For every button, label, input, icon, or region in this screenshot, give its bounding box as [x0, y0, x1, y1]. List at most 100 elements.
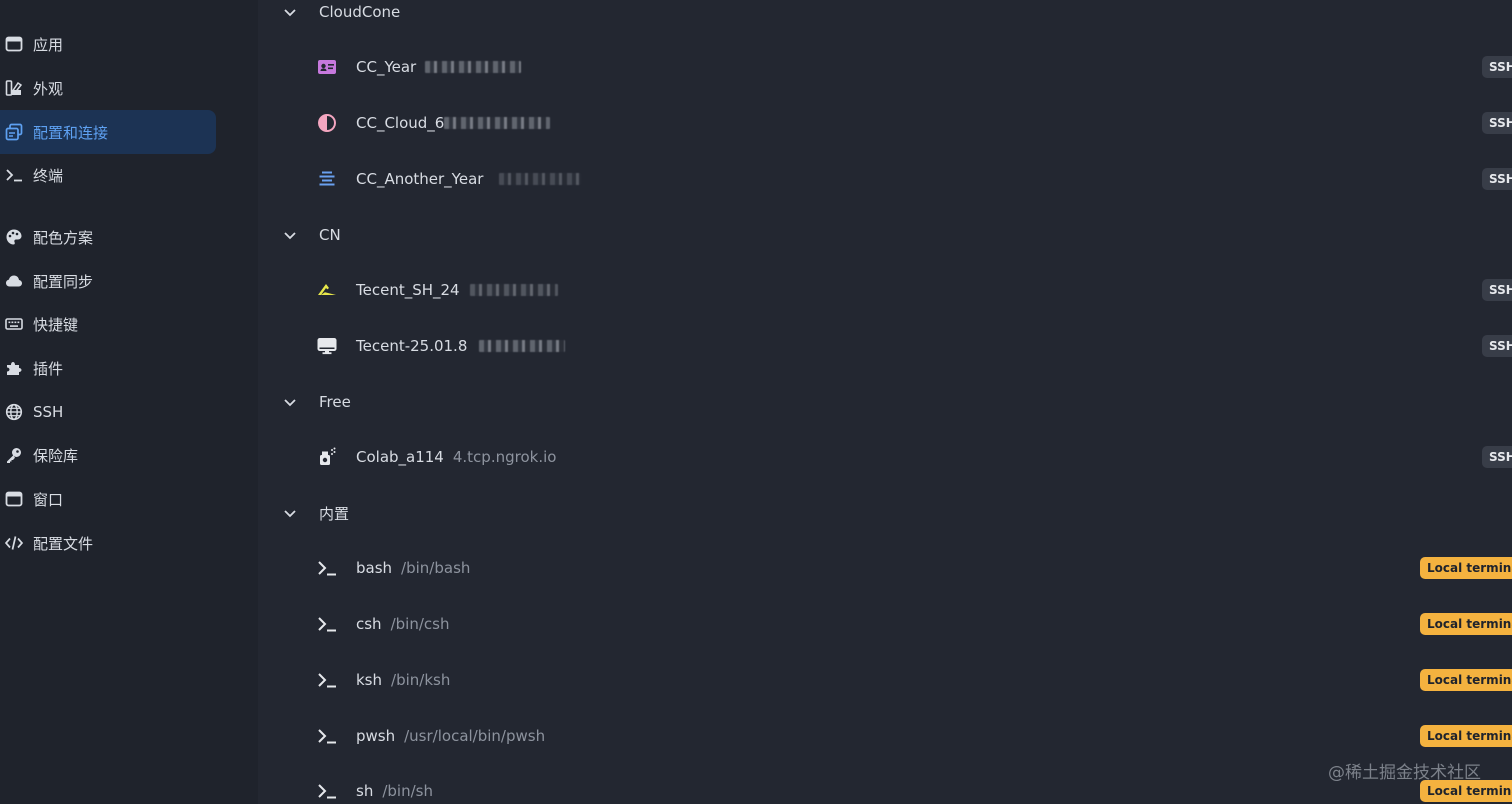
spray-icon	[316, 446, 338, 468]
local-terminal-badge: Local terminal	[1420, 613, 1512, 635]
chevron-down-icon	[280, 225, 300, 245]
keyboard-icon	[4, 314, 24, 334]
local-terminal-badge: Local terminal	[1420, 557, 1512, 579]
terminal-icon	[316, 780, 338, 802]
redacted-host	[499, 173, 582, 185]
terminal-icon	[316, 669, 338, 691]
profile-name: Tecent_SH_24	[356, 281, 460, 299]
sidebar-item-label: 配置和连接	[33, 123, 109, 142]
settings-sidebar: 应用 外观 配置和连接 终端 配色方案 配置同步 快捷键 插件 SSH 保险库 …	[0, 0, 258, 804]
profile-row[interactable]: ksh /bin/ksh	[316, 665, 1512, 695]
app-window: 应用 外观 配置和连接 终端 配色方案 配置同步 快捷键 插件 SSH 保险库 …	[0, 0, 1512, 804]
profiles-list: CloudCone CC_Year SSH CC_Cloud_6 SSH CC_…	[258, 0, 1512, 804]
terminal-icon	[316, 557, 338, 579]
redacted-host	[469, 284, 558, 296]
profile-name: bash	[356, 559, 393, 577]
ssh-badge: SSH	[1482, 112, 1512, 134]
profile-row[interactable]: bash /bin/bash	[316, 553, 1512, 583]
sidebar-item-label: 外观	[33, 79, 64, 98]
redacted-host	[425, 61, 522, 73]
chevron-down-icon	[280, 503, 300, 523]
profile-name: Colab_a114	[356, 448, 444, 466]
local-terminal-badge: Local terminal	[1420, 780, 1512, 802]
sidebar-item-label: 应用	[33, 35, 64, 54]
profile-row[interactable]: Tecent-25.01.8	[316, 331, 1512, 361]
group-name: CN	[319, 226, 341, 244]
profile-name: sh	[356, 782, 374, 800]
chevron-down-icon	[280, 392, 300, 412]
sidebar-item-color-scheme[interactable]: 配色方案	[0, 215, 216, 259]
profile-row[interactable]: Colab_a114 4.tcp.ngrok.io	[316, 442, 1512, 472]
ssh-badge: SSH	[1482, 335, 1512, 357]
sidebar-item-hotkeys[interactable]: 快捷键	[0, 302, 216, 346]
group-name: 内置	[319, 504, 350, 523]
sidebar-item-label: 插件	[33, 359, 64, 378]
profile-name: csh	[356, 615, 382, 633]
profile-name: CC_Cloud_6	[356, 114, 445, 132]
sidebar-item-label: SSH	[33, 403, 64, 421]
watermark: @稀土掘金技术社区	[1328, 763, 1481, 783]
align-center-icon	[316, 168, 338, 190]
profile-row[interactable]: CC_Another_Year	[316, 164, 1512, 194]
ssh-badge: SSH	[1482, 168, 1512, 190]
sidebar-item-window[interactable]: 窗口	[0, 477, 216, 521]
profile-name: pwsh	[356, 727, 396, 745]
profile-row[interactable]: CC_Cloud_6	[316, 108, 1512, 138]
sidebar-item-label: 终端	[33, 166, 64, 185]
profile-path: /bin/sh	[382, 782, 433, 800]
profile-row[interactable]: csh /bin/csh	[316, 609, 1512, 639]
group-header-free[interactable]: Free	[280, 390, 351, 414]
globe-icon	[4, 402, 24, 422]
id-card-icon	[316, 56, 338, 78]
group-name: CloudCone	[319, 3, 401, 21]
terminal-icon	[4, 165, 24, 185]
profile-path: /bin/bash	[401, 559, 471, 577]
code-icon	[4, 533, 24, 553]
group-header-builtin[interactable]: 内置	[280, 501, 349, 525]
sidebar-item-config-file[interactable]: 配置文件	[0, 521, 216, 565]
ssh-badge: SSH	[1482, 446, 1512, 468]
local-terminal-badge: Local terminal	[1420, 725, 1512, 747]
puzzle-icon	[4, 358, 24, 378]
profile-path: /bin/csh	[390, 615, 450, 633]
profile-row[interactable]: CC_Year	[316, 52, 1512, 82]
sidebar-item-label: 窗口	[33, 490, 64, 509]
profile-row[interactable]: Tecent_SH_24	[316, 275, 1512, 305]
key-icon	[4, 445, 24, 465]
terminal-icon	[316, 725, 338, 747]
arrow-logo-icon	[316, 279, 338, 301]
sidebar-item-vault[interactable]: 保险库	[0, 433, 216, 477]
redacted-host	[444, 117, 551, 129]
half-circle-icon	[316, 112, 338, 134]
sidebar-item-terminal[interactable]: 终端	[0, 153, 216, 197]
redacted-host	[479, 340, 566, 352]
sidebar-item-ssh[interactable]: SSH	[0, 390, 216, 434]
profile-host: 4.tcp.ngrok.io	[452, 448, 557, 466]
group-header-cn[interactable]: CN	[280, 223, 341, 247]
monitor-icon	[316, 335, 338, 357]
profile-row[interactable]: pwsh /usr/local/bin/pwsh	[316, 721, 1512, 751]
profile-name: CC_Year	[356, 58, 417, 76]
sidebar-item-label: 配置同步	[33, 272, 94, 291]
sidebar-item-config-sync[interactable]: 配置同步	[0, 259, 216, 303]
appearance-icon	[4, 78, 24, 98]
local-terminal-badge: Local terminal	[1420, 669, 1512, 691]
window-icon	[4, 34, 24, 54]
sidebar-item-label: 保险库	[33, 446, 79, 465]
sidebar-item-label: 配置文件	[33, 534, 94, 553]
sidebar-item-application[interactable]: 应用	[0, 22, 216, 66]
sidebar-item-profiles[interactable]: 配置和连接	[0, 110, 216, 154]
sidebar-item-plugins[interactable]: 插件	[0, 346, 216, 390]
window-icon	[4, 489, 24, 509]
profile-name: CC_Another_Year	[356, 170, 484, 188]
profile-path: /usr/local/bin/pwsh	[404, 727, 546, 745]
profile-path: /bin/ksh	[391, 671, 451, 689]
cloud-icon	[4, 271, 24, 291]
terminal-icon	[316, 613, 338, 635]
group-header-cloudcone[interactable]: CloudCone	[280, 0, 400, 24]
sidebar-item-label: 配色方案	[33, 228, 94, 247]
sidebar-item-label: 快捷键	[33, 315, 79, 334]
chevron-down-icon	[280, 2, 300, 22]
profile-name: ksh	[356, 671, 383, 689]
sidebar-item-appearance[interactable]: 外观	[0, 66, 216, 110]
